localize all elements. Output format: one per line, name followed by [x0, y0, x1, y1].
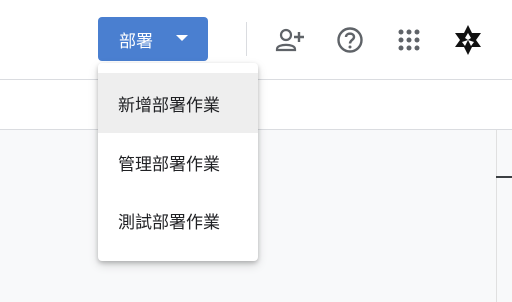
- deploy-button[interactable]: 部署: [98, 17, 208, 61]
- account-button[interactable]: [452, 24, 484, 56]
- menu-item-new-deployment[interactable]: 新增部署作業: [98, 73, 258, 133]
- right-panel-marker: [496, 176, 512, 178]
- menu-item-test-deployments[interactable]: 測試部署作業: [98, 191, 258, 249]
- menu-item-manage-deployments[interactable]: 管理部署作業: [98, 133, 258, 191]
- help-icon: [337, 27, 363, 53]
- add-person-button[interactable]: [274, 24, 306, 56]
- add-person-icon: [275, 28, 304, 52]
- help-button[interactable]: [334, 24, 366, 56]
- apps-button[interactable]: [393, 24, 425, 56]
- deploy-button-label: 部署: [119, 31, 153, 52]
- toolbar-separator: [246, 22, 247, 56]
- apps-grid-icon: [398, 29, 420, 51]
- deploy-dropdown-menu: 新增部署作業 管理部署作業 測試部署作業: [98, 63, 258, 261]
- right-panel-edge: [496, 130, 497, 302]
- menu-item-label: 測試部署作業: [118, 212, 220, 233]
- account-logo-icon: [455, 25, 481, 55]
- menu-item-label: 管理部署作業: [118, 154, 220, 175]
- menu-item-label: 新增部署作業: [118, 95, 220, 116]
- caret-down-icon: [176, 35, 188, 41]
